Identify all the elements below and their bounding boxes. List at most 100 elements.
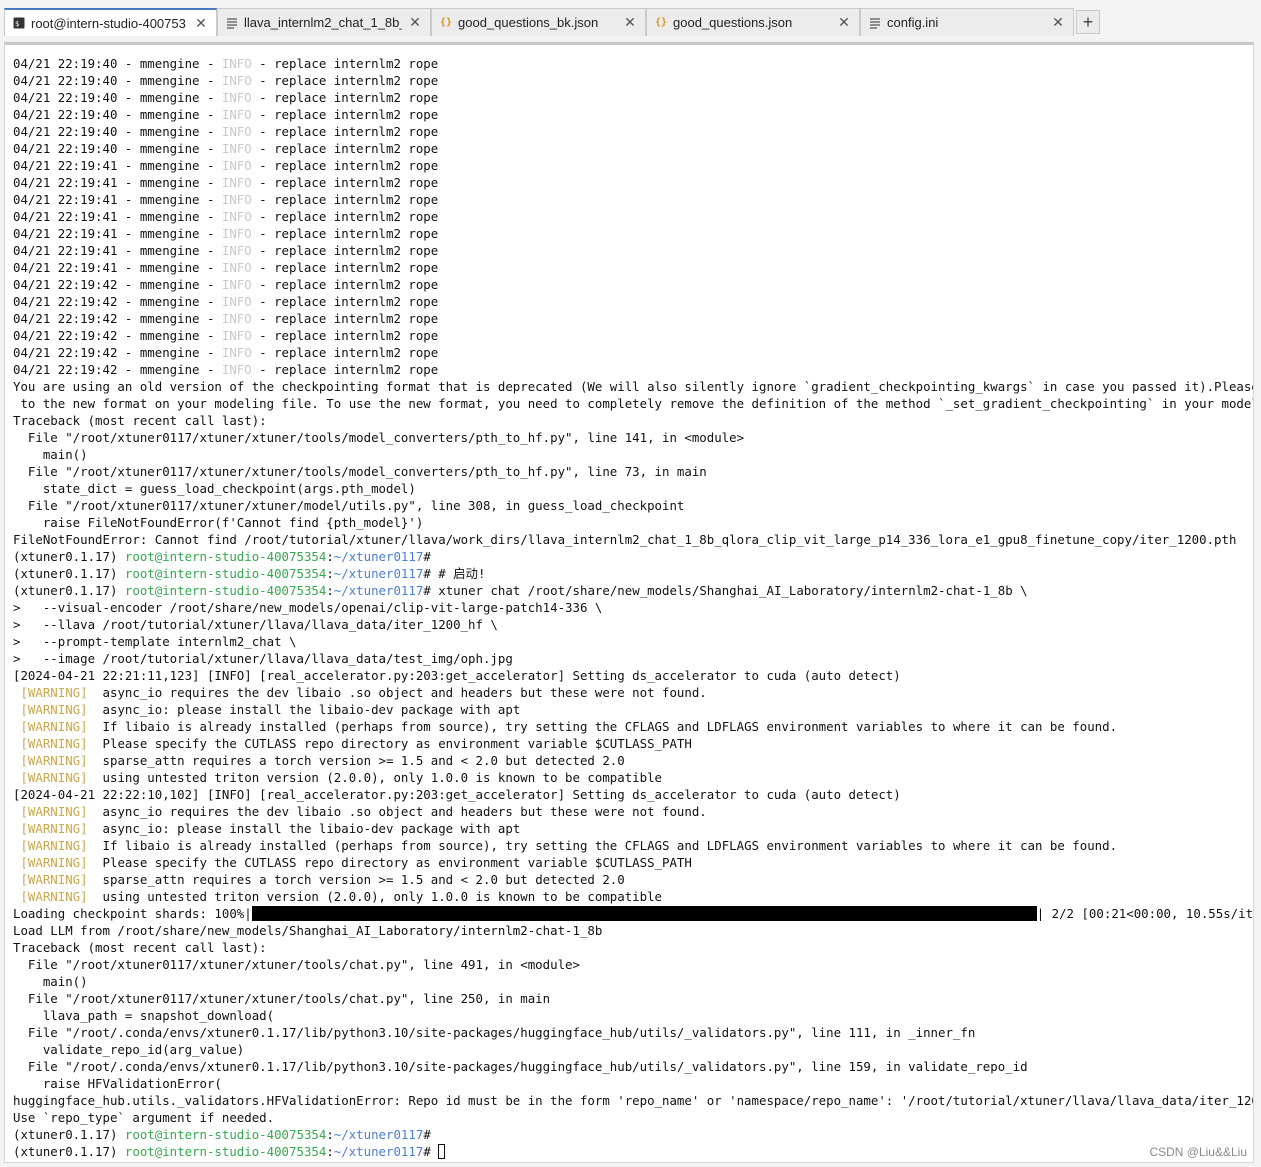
close-icon[interactable]: ✕ — [1051, 14, 1065, 31]
log-message: - replace internlm2 rope — [251, 277, 439, 292]
close-icon[interactable]: ✕ — [408, 14, 422, 31]
tab-good-questions[interactable]: {} good_questions.json ✕ — [646, 8, 860, 36]
tab-bar: $ root@intern-studio-400753 ✕ llava_inte… — [4, 8, 1258, 36]
log-level: INFO — [221, 158, 252, 173]
log-level: INFO — [221, 124, 252, 139]
warning-tag: [WARNING] — [13, 736, 88, 751]
warning-message: If libaio is already installed (perhaps … — [87, 838, 1118, 853]
text-file-icon — [869, 17, 881, 29]
warning-message: sparse_attn requires a torch version >= … — [87, 872, 625, 887]
prompt-line: (xtuner0.1.17) root@intern-studio-400753… — [13, 1143, 1253, 1160]
progress-line: Loading checkpoint shards: 100%| | 2/2 [0… — [13, 905, 1254, 922]
prompt-command: # — [423, 549, 431, 564]
text-file-icon — [226, 17, 238, 29]
close-icon[interactable]: ✕ — [837, 14, 851, 31]
log-message: - replace internlm2 rope — [251, 124, 439, 139]
log-line: 04/21 22:19:42 - mmengine - INFO - repla… — [13, 344, 1253, 361]
log-message: - replace internlm2 rope — [251, 362, 439, 377]
prompt-path: ~/xtuner0117 — [333, 566, 424, 581]
prompt-path: ~/xtuner0117 — [333, 1127, 424, 1142]
log-prefix: 04/21 22:19:40 - mmengine - — [13, 90, 222, 105]
terminal-output[interactable]: 04/21 22:19:40 - mmengine - INFO - repla… — [4, 42, 1254, 1163]
log-message: - replace internlm2 rope — [251, 260, 439, 275]
log-line: 04/21 22:19:42 - mmengine - INFO - repla… — [13, 361, 1253, 378]
progress-prefix: Loading checkpoint shards: 100%| — [13, 906, 252, 921]
traceback-line: File "/root/xtuner0117/xtuner/xtuner/mod… — [13, 498, 685, 513]
prompt-command: # — [423, 1127, 431, 1142]
prompt-sep: : — [326, 549, 334, 564]
log-line: 04/21 22:19:41 - mmengine - INFO - repla… — [13, 208, 1253, 225]
tab-good-questions-bk[interactable]: {} good_questions_bk.json ✕ — [431, 8, 646, 36]
traceback-line: to the new format on your modeling file.… — [13, 396, 1254, 411]
prompt-sep: : — [326, 1127, 334, 1142]
log-level: INFO — [221, 345, 252, 360]
traceback-line: File "/root/xtuner0117/xtuner/xtuner/too… — [13, 464, 707, 479]
tab-label: good_questions_bk.json — [458, 15, 599, 30]
tab-config-ini[interactable]: config.ini ✕ — [860, 8, 1074, 36]
log-line: 04/21 22:19:42 - mmengine - INFO - repla… — [13, 310, 1253, 327]
traceback-line: FileNotFoundError: Cannot find /root/tut… — [13, 532, 1237, 547]
log-line: 04/21 22:19:40 - mmengine - INFO - repla… — [13, 89, 1253, 106]
progress-suffix: | 2/2 [00:21<00:00, 10.55s/it] — [1036, 906, 1254, 921]
tab-config-file[interactable]: llava_internlm2_chat_1_8b_ ✕ — [217, 8, 431, 36]
log-prefix: 04/21 22:19:41 - mmengine - — [13, 226, 222, 241]
log-message: - replace internlm2 rope — [251, 73, 439, 88]
log-prefix: 04/21 22:19:42 - mmengine - — [13, 294, 222, 309]
continuation-line: > --llava /root/tutorial/xtuner/llava/ll… — [13, 617, 498, 632]
warning-line: [WARNING] async_io requires the dev liba… — [13, 684, 1253, 701]
traceback-line: File "/root/xtuner0117/xtuner/xtuner/too… — [13, 430, 745, 445]
terminal-icon: $ — [13, 17, 25, 29]
warning-tag: [WARNING] — [13, 753, 88, 768]
terminal-window: $ root@intern-studio-400753 ✕ llava_inte… — [0, 0, 1261, 1167]
traceback-line: File "/root/.conda/envs/xtuner0.1.17/lib… — [13, 1059, 1028, 1074]
traceback-line: Traceback (most recent call last): — [13, 413, 267, 428]
log-prefix: 04/21 22:19:40 - mmengine - — [13, 56, 222, 71]
traceback-line: File "/root/xtuner0117/xtuner/xtuner/too… — [13, 957, 580, 972]
log-prefix: 04/21 22:19:42 - mmengine - — [13, 328, 222, 343]
close-icon[interactable]: ✕ — [194, 15, 208, 32]
log-level: INFO — [221, 192, 252, 207]
log-level: INFO — [221, 226, 252, 241]
log-message: - replace internlm2 rope — [251, 328, 439, 343]
warning-line: [WARNING] async_io: please install the l… — [13, 701, 1253, 718]
prompt-sep: : — [326, 566, 334, 581]
log-prefix: 04/21 22:19:40 - mmengine - — [13, 141, 222, 156]
log-level: INFO — [221, 56, 252, 71]
log-prefix: 04/21 22:19:41 - mmengine - — [13, 158, 222, 173]
log-message: - replace internlm2 rope — [251, 56, 439, 71]
log-message: - replace internlm2 rope — [251, 345, 439, 360]
warning-tag: [WARNING] — [13, 685, 88, 700]
log-line: 04/21 22:19:42 - mmengine - INFO - repla… — [13, 293, 1253, 310]
log-line: 04/21 22:19:40 - mmengine - INFO - repla… — [13, 72, 1253, 89]
json-file-icon: {} — [439, 17, 453, 28]
log-prefix: 04/21 22:19:40 - mmengine - — [13, 107, 222, 122]
warning-line: [WARNING] sparse_attn requires a torch v… — [13, 752, 1253, 769]
warning-tag: [WARNING] — [13, 821, 88, 836]
traceback-line: Traceback (most recent call last): — [13, 940, 267, 955]
watermark: CSDN @Liu&&Liu — [1149, 1145, 1247, 1159]
log-line: 04/21 22:19:40 - mmengine - INFO - repla… — [13, 140, 1253, 157]
warning-tag: [WARNING] — [13, 770, 88, 785]
log-message: - replace internlm2 rope — [251, 311, 439, 326]
warning-message: async_io: please install the libaio-dev … — [87, 821, 521, 836]
traceback-line: raise FileNotFoundError(f'Cannot find {p… — [13, 515, 424, 530]
log-level: INFO — [221, 175, 252, 190]
log-line: 04/21 22:19:41 - mmengine - INFO - repla… — [13, 225, 1253, 242]
log-prefix: 04/21 22:19:41 - mmengine - — [13, 192, 222, 207]
prompt-path: ~/xtuner0117 — [333, 549, 424, 564]
log-message: - replace internlm2 rope — [251, 141, 439, 156]
tab-terminal[interactable]: $ root@intern-studio-400753 ✕ — [4, 8, 217, 36]
log-message: - replace internlm2 rope — [251, 294, 439, 309]
close-icon[interactable]: ✕ — [623, 14, 637, 31]
prompt-userhost: root@intern-studio-40075354 — [124, 1144, 327, 1159]
prompt-command: # # 启动! — [423, 566, 486, 581]
continuation-line: > --image /root/tutorial/xtuner/llava/ll… — [13, 651, 513, 666]
log-message: - replace internlm2 rope — [251, 107, 439, 122]
log-level: INFO — [221, 107, 252, 122]
warning-message: using untested triton version (2.0.0), o… — [87, 770, 663, 785]
prompt-env: (xtuner0.1.17) — [13, 1144, 125, 1159]
log-level: INFO — [221, 328, 252, 343]
log-level: INFO — [221, 311, 252, 326]
new-tab-button[interactable]: + — [1076, 10, 1100, 34]
prompt-sep: : — [326, 583, 334, 598]
